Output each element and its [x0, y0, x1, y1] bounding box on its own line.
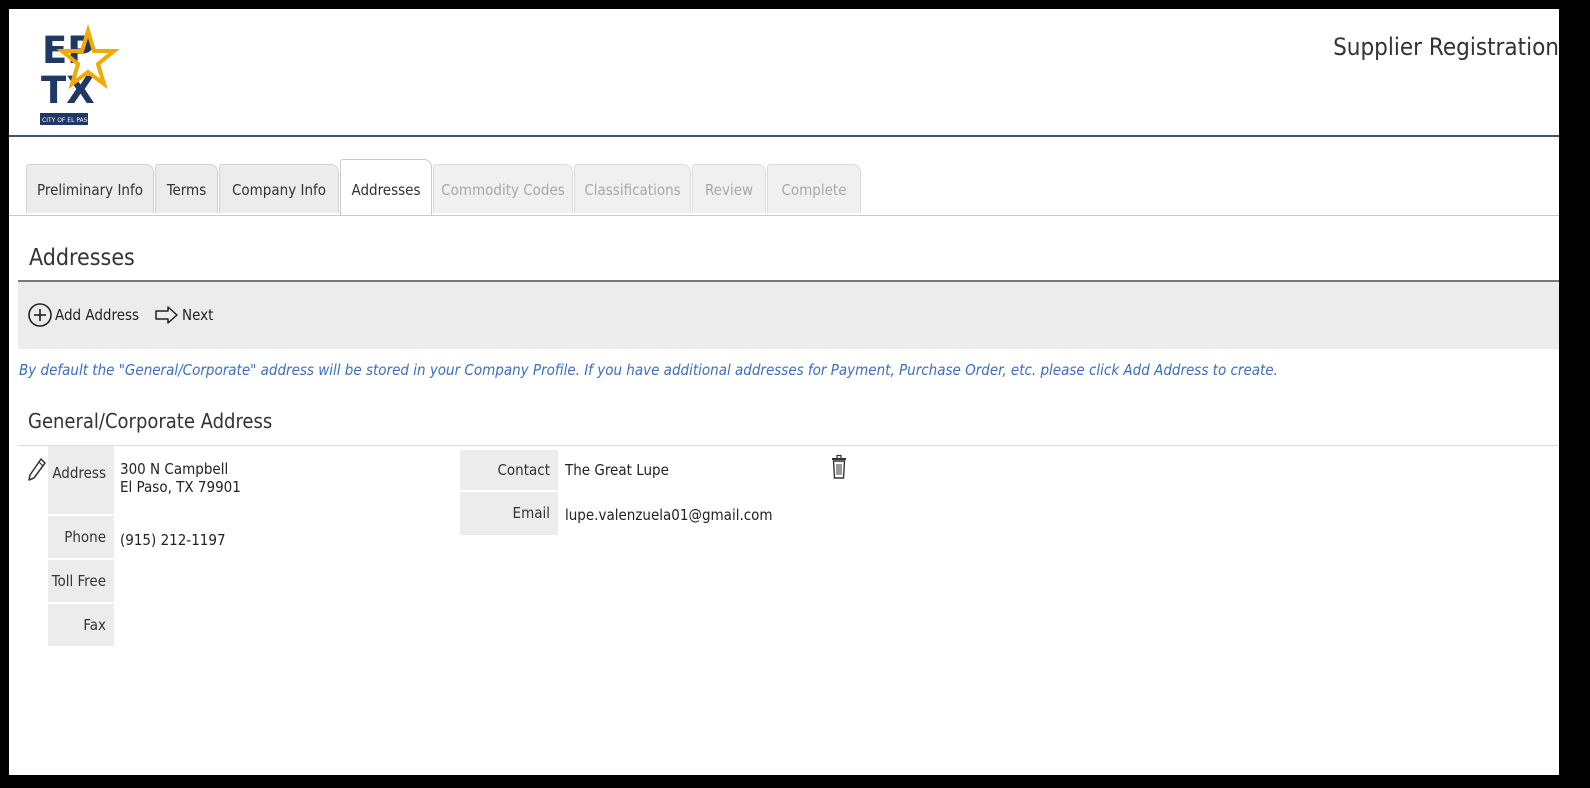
wizard-tabs: Preliminary Info Terms Company Info Addr…: [9, 157, 1559, 216]
email-value: lupe.valenzuela01@gmail.com: [565, 506, 773, 524]
app-title: Supplier Registration: [1333, 33, 1559, 61]
address-line1: 300 N Campbell: [120, 460, 229, 478]
phone-value: (915) 212-1197: [120, 531, 226, 549]
add-address-button[interactable]: Add Address: [27, 300, 139, 330]
phone-label: Phone: [48, 516, 114, 558]
email-label: Email: [460, 492, 558, 535]
tab-preliminary-info[interactable]: Preliminary Info: [26, 164, 154, 213]
tab-addresses[interactable]: Addresses: [340, 159, 432, 215]
contact-name-value: The Great Lupe: [565, 461, 669, 479]
section-title: Addresses: [29, 245, 135, 271]
page-frame: EP TX CITY OF EL PASO Supplier Registrat…: [9, 9, 1559, 775]
trash-icon[interactable]: [830, 454, 848, 480]
info-text: By default the "General/Corporate" addre…: [19, 361, 1278, 379]
tab-company-info[interactable]: Company Info: [219, 164, 339, 213]
next-button[interactable]: Next: [154, 300, 213, 330]
add-address-label: Add Address: [55, 306, 140, 324]
address-line2: El Paso, TX 79901: [120, 478, 241, 496]
tab-commodity-codes: Commodity Codes: [433, 164, 573, 213]
tab-review: Review: [692, 164, 766, 213]
tab-terms[interactable]: Terms: [155, 164, 218, 213]
app-header: EP TX CITY OF EL PASO Supplier Registrat…: [9, 9, 1559, 137]
arrow-right-icon: [154, 305, 180, 325]
toll-free-label: Toll Free: [48, 560, 114, 602]
address-card-title: General/Corporate Address: [28, 409, 273, 433]
plus-circle-icon: [27, 302, 53, 328]
tab-classifications: Classifications: [574, 164, 691, 213]
next-label: Next: [182, 306, 214, 324]
tab-complete: Complete: [767, 164, 861, 213]
logo-caption: CITY OF EL PASO: [42, 117, 92, 124]
city-logo[interactable]: EP TX CITY OF EL PASO: [38, 21, 122, 127]
address-label: Address: [48, 446, 114, 514]
address-toolbar: Add Address Next: [18, 282, 1559, 349]
fax-label: Fax: [48, 604, 114, 646]
divider: [18, 445, 1559, 446]
pencil-icon[interactable]: [26, 456, 48, 482]
contact-name-label: Contact Name: [460, 450, 558, 519]
